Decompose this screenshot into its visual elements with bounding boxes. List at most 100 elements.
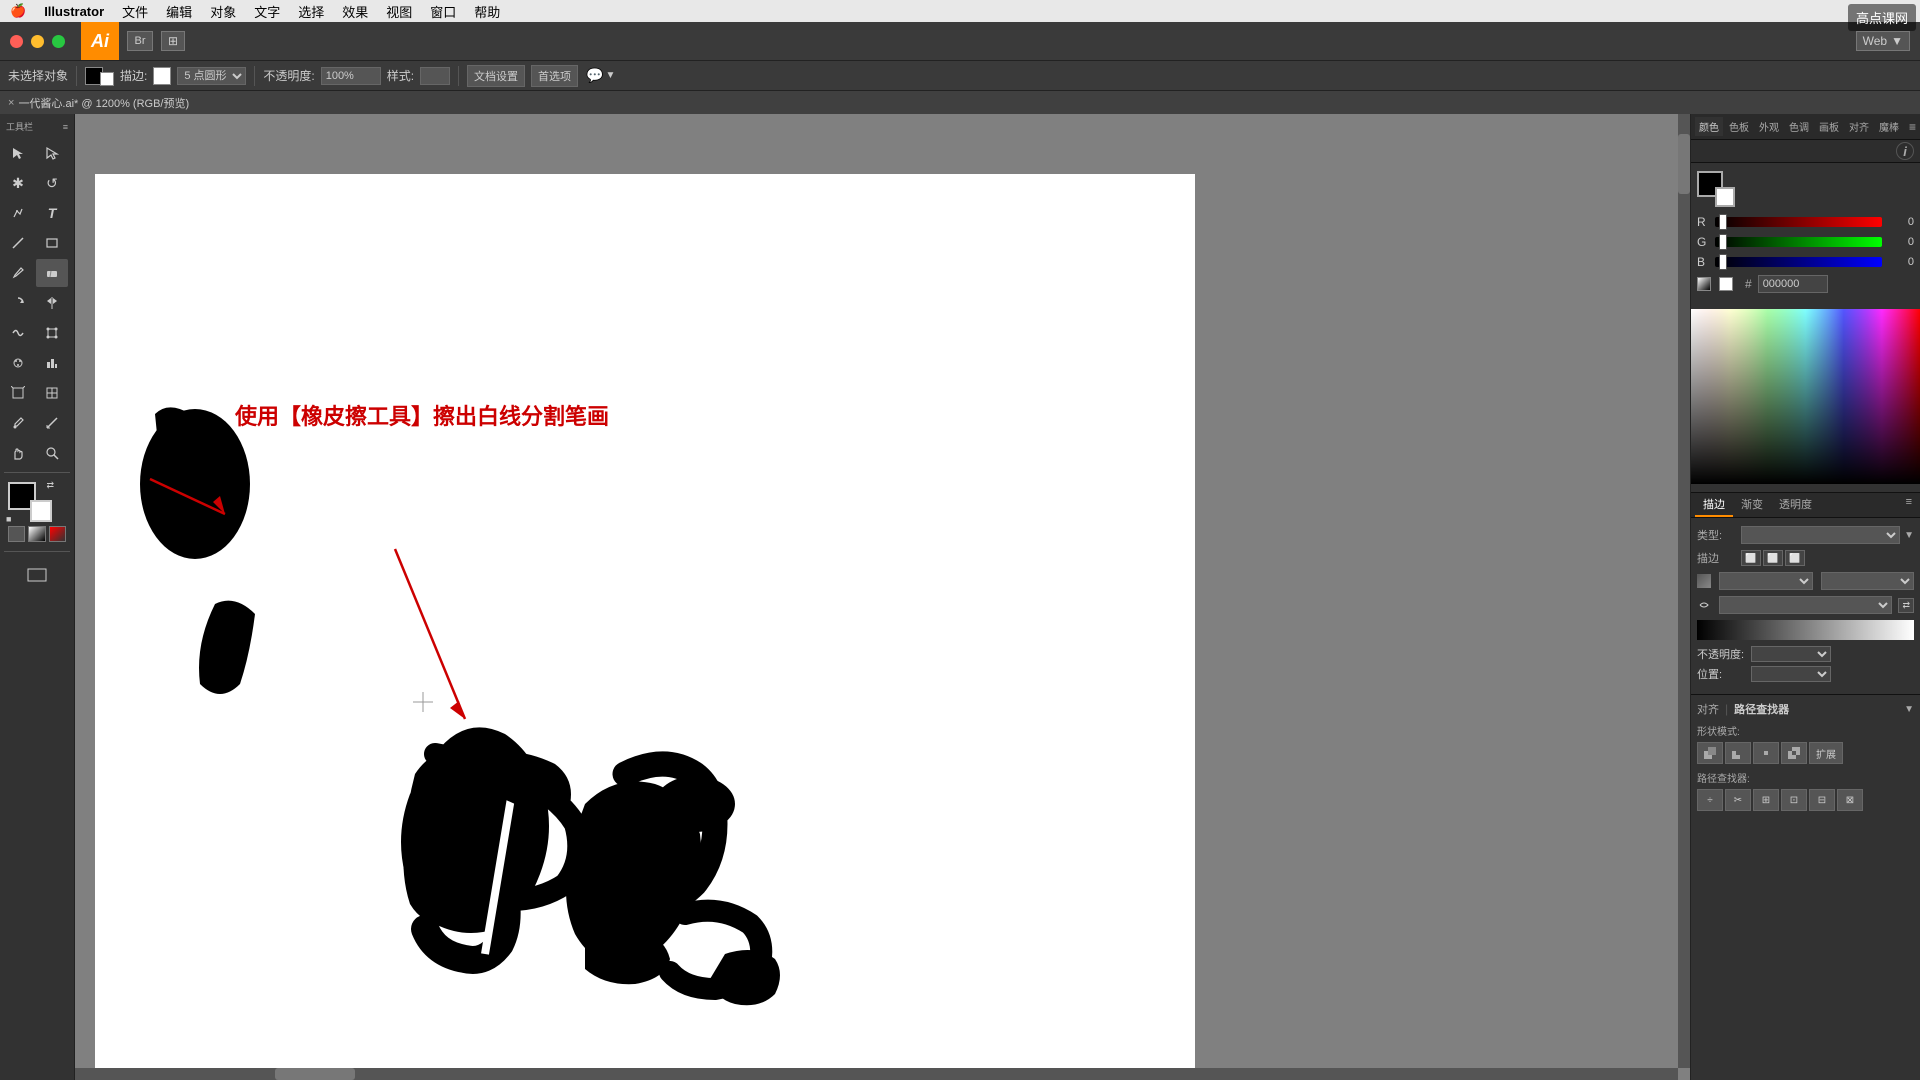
pf-divide[interactable]: ÷	[1697, 789, 1723, 811]
stroke-profile-select[interactable]	[1719, 596, 1892, 614]
expand-btn[interactable]: 扩展	[1809, 742, 1843, 764]
swatches-tab[interactable]: 色板	[1725, 117, 1753, 136]
menu-select[interactable]: 选择	[298, 2, 324, 21]
bottom-tabs-menu[interactable]: ≡	[1902, 493, 1916, 517]
menu-window[interactable]: 窗口	[430, 2, 456, 21]
screen-mode-btn[interactable]	[7, 561, 67, 589]
warp-tool[interactable]	[2, 319, 34, 347]
column-graph-tool[interactable]	[36, 349, 68, 377]
none-mode-btn[interactable]	[49, 526, 66, 542]
scrollbar-thumb-v[interactable]	[1678, 134, 1690, 194]
stroke-type-select[interactable]	[1741, 526, 1900, 544]
rotate-tool[interactable]	[2, 289, 34, 317]
stroke-color-box[interactable]	[153, 67, 171, 85]
magic-wand-tool[interactable]: ✱	[2, 169, 34, 197]
stroke-flip-btn[interactable]: ⇄	[1898, 598, 1914, 613]
free-transform-tool[interactable]	[36, 319, 68, 347]
pf-minus-front[interactable]	[1725, 742, 1751, 764]
magic-wand-tab[interactable]: 魔棒	[1875, 117, 1903, 136]
menu-file[interactable]: 文件	[122, 2, 148, 21]
stroke-panel-expand[interactable]: ▼	[1904, 530, 1914, 541]
pf-trim[interactable]: ✂	[1725, 789, 1751, 811]
color-tab[interactable]: 颜色	[1695, 117, 1723, 136]
workspace-switcher[interactable]: Web ▼	[1856, 31, 1910, 51]
scrollbar-thumb-h[interactable]	[275, 1068, 355, 1080]
artboard-tool[interactable]	[2, 379, 34, 407]
color-spectrum[interactable]	[1691, 309, 1920, 484]
measure-tool[interactable]	[36, 409, 68, 437]
menu-edit[interactable]: 编辑	[166, 2, 192, 21]
style-swatch[interactable]	[420, 67, 450, 85]
align-tab[interactable]: 对齐	[1845, 117, 1873, 136]
arrange-documents-btn[interactable]: ⊞	[161, 31, 185, 51]
menu-effects[interactable]: 效果	[342, 2, 368, 21]
chat-icon[interactable]: 💬	[586, 67, 603, 84]
pf-unite[interactable]	[1697, 742, 1723, 764]
eraser-tool[interactable]	[36, 259, 68, 287]
menu-text[interactable]: 文字	[254, 2, 280, 21]
bg-swatch-panel[interactable]	[1715, 187, 1735, 207]
canvas-area[interactable]: 使用【橡皮擦工具】擦出白线分割笔画	[75, 114, 1690, 1080]
pf-intersect[interactable]	[1753, 742, 1779, 764]
close-window-btn[interactable]	[10, 35, 23, 48]
horizontal-scrollbar[interactable]	[75, 1068, 1678, 1080]
hand-tool[interactable]	[2, 439, 34, 467]
reset-colors-btn[interactable]: ■	[6, 514, 11, 524]
minimize-window-btn[interactable]	[31, 35, 44, 48]
bridge-button[interactable]: Br	[127, 31, 153, 51]
hex-input[interactable]	[1758, 275, 1828, 293]
doc-setup-btn[interactable]: 文档设置	[467, 65, 525, 87]
pf-merge[interactable]: ⊞	[1753, 789, 1779, 811]
stroke-align-outside[interactable]: ⬜	[1785, 550, 1805, 566]
rect-tool[interactable]	[36, 229, 68, 257]
stroke-start-arrow[interactable]	[1697, 574, 1711, 588]
pathfinder-expand[interactable]: ▼	[1904, 704, 1914, 715]
lasso-tool[interactable]: ↺	[36, 169, 68, 197]
r-slider-track[interactable]	[1715, 217, 1882, 227]
preferences-btn[interactable]: 首选项	[531, 65, 578, 87]
panel-menu-btn[interactable]: ≡	[1909, 120, 1916, 134]
line-tool[interactable]	[2, 229, 34, 257]
g-slider-thumb[interactable]	[1719, 234, 1727, 250]
app-name[interactable]: Illustrator	[44, 4, 104, 19]
paintbrush-tool[interactable]	[2, 259, 34, 287]
zoom-tool[interactable]	[36, 439, 68, 467]
background-color[interactable]	[30, 500, 52, 522]
g-slider-track[interactable]	[1715, 237, 1882, 247]
b-slider-thumb[interactable]	[1719, 254, 1727, 270]
menu-object[interactable]: 对象	[210, 2, 236, 21]
pf-minus-back[interactable]: ⊠	[1837, 789, 1863, 811]
position-select[interactable]	[1751, 666, 1831, 682]
symbol-sprayer-tool[interactable]	[2, 349, 34, 377]
stroke-align-center[interactable]: ⬜	[1763, 550, 1783, 566]
b-slider-track[interactable]	[1715, 257, 1882, 267]
info-btn[interactable]: i	[1896, 142, 1914, 160]
white-swatch-small[interactable]	[1719, 277, 1733, 291]
stroke-color-swatch-small[interactable]	[100, 72, 114, 86]
r-slider-thumb[interactable]	[1719, 214, 1727, 230]
stroke-bottom-tab[interactable]: 描边	[1695, 493, 1733, 517]
pf-outline[interactable]: ⊟	[1809, 789, 1835, 811]
vertical-scrollbar[interactable]	[1678, 114, 1690, 1068]
pen-tool[interactable]	[2, 199, 34, 227]
gradient-bottom-tab[interactable]: 渐变	[1733, 493, 1771, 517]
gradient-bar[interactable]	[1697, 620, 1914, 640]
opacity-input[interactable]	[321, 67, 381, 85]
opacity-bottom-tab[interactable]: 透明度	[1771, 493, 1820, 517]
tab-close-btn[interactable]: ×	[8, 97, 14, 109]
pf-exclude[interactable]	[1781, 742, 1807, 764]
apple-menu[interactable]: 🍎	[10, 3, 26, 19]
tools-collapse-btn[interactable]: ≡	[63, 122, 68, 132]
type-tool[interactable]: T	[36, 199, 68, 227]
stroke-weight-select[interactable]: 5 点圆形	[177, 67, 246, 85]
artboards-tab[interactable]: 画板	[1815, 117, 1843, 136]
menu-view[interactable]: 视图	[386, 2, 412, 21]
tint-tab[interactable]: 色调	[1785, 117, 1813, 136]
maximize-window-btn[interactable]	[52, 35, 65, 48]
opacity-panel-select[interactable]	[1751, 646, 1831, 662]
pf-crop[interactable]: ⊡	[1781, 789, 1807, 811]
stroke-align-inside[interactable]: ⬜	[1741, 550, 1761, 566]
menu-help[interactable]: 帮助	[474, 2, 500, 21]
select-tool[interactable]	[2, 139, 34, 167]
stroke-end-arrow-select[interactable]	[1821, 572, 1915, 590]
